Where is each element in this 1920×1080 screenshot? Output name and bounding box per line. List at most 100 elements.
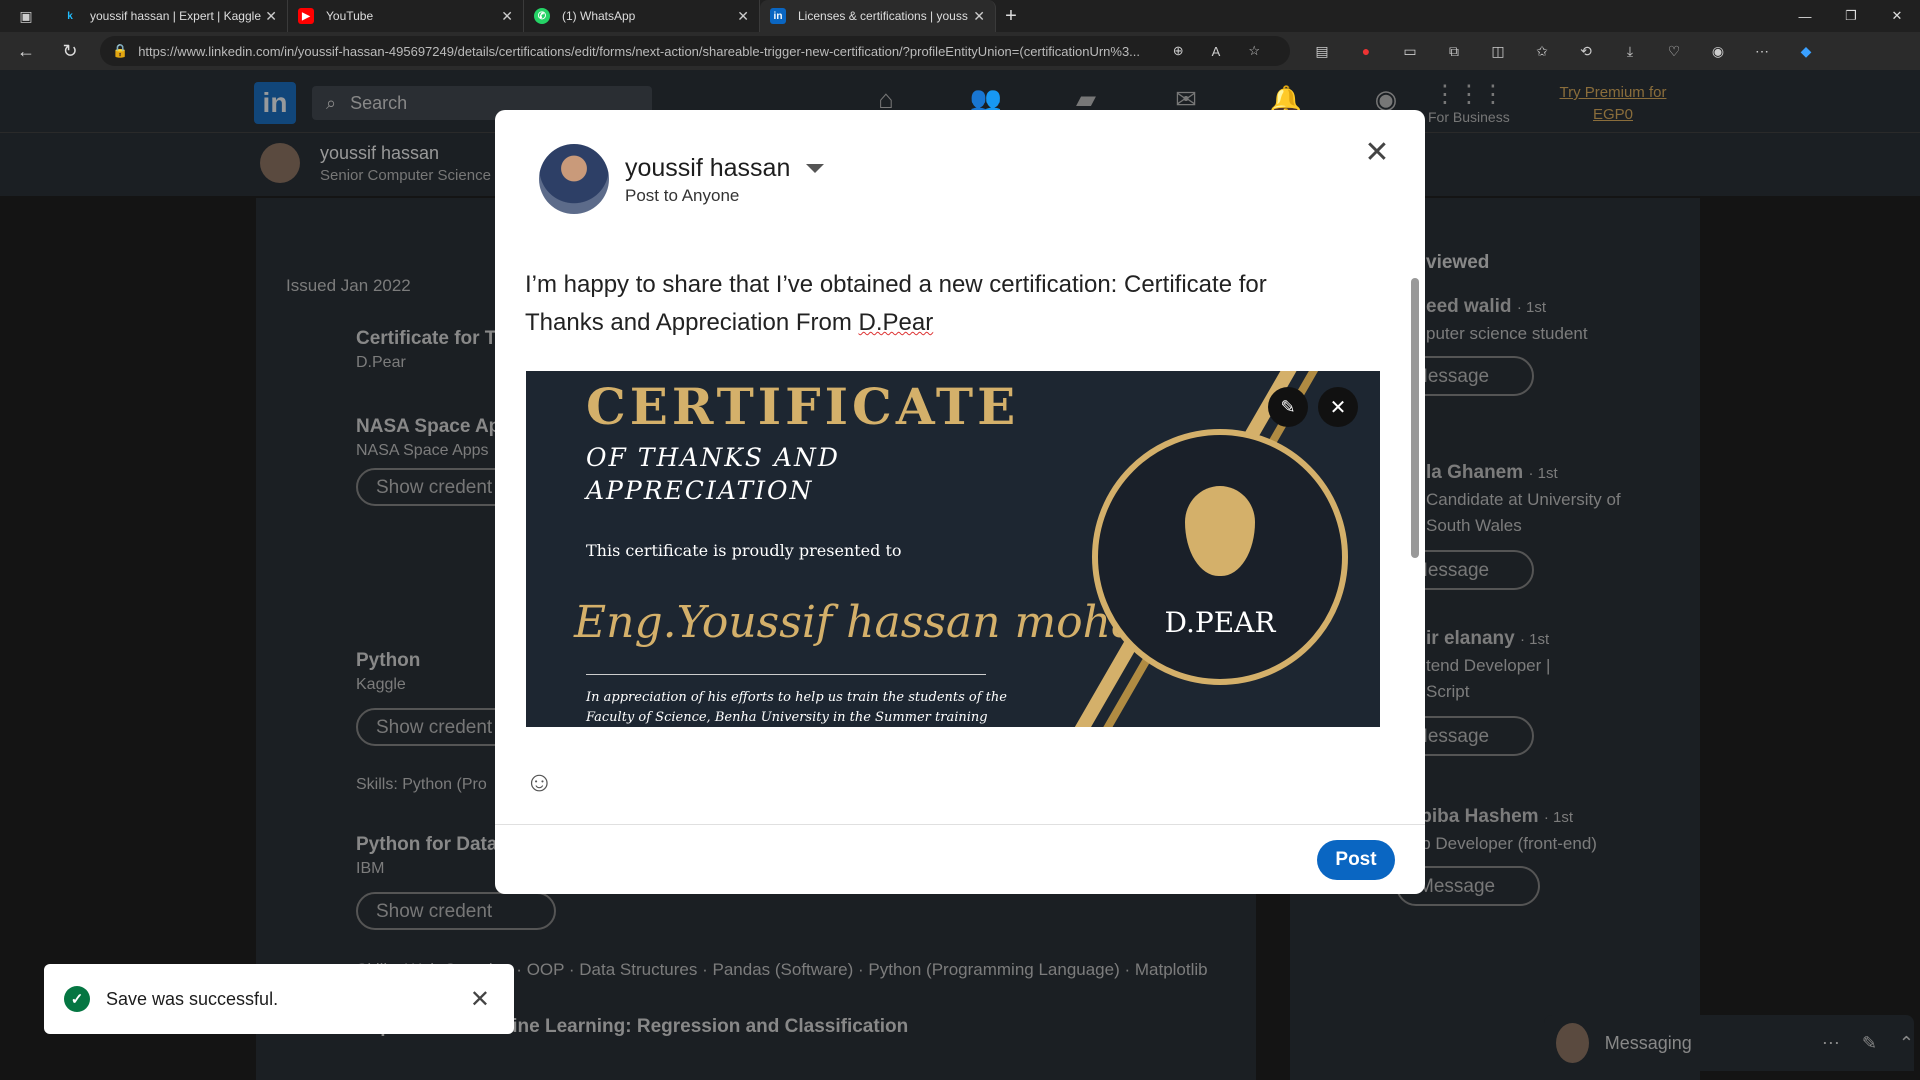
author-selector[interactable]: youssif hassan xyxy=(625,154,825,183)
certificate-title: CERTIFICATE xyxy=(586,377,1020,436)
close-icon[interactable]: ✕ xyxy=(470,985,490,1014)
tab-label: youssif hassan | Expert | Kaggle xyxy=(90,9,261,23)
edit-image-button[interactable]: ✎ xyxy=(1268,387,1308,427)
history-icon[interactable]: ⟲ xyxy=(1564,36,1608,66)
linkedin-icon: in xyxy=(770,8,786,24)
person-headline: South Wales xyxy=(1426,516,1522,535)
compose-icon[interactable]: ✎ xyxy=(1862,1033,1877,1054)
favorites-icon[interactable]: ✩ xyxy=(1520,36,1564,66)
tab-kaggle[interactable]: k youssif hassan | Expert | Kaggle ✕ xyxy=(52,0,288,32)
premium-link[interactable]: Try Premium for EGP0 xyxy=(1548,82,1678,126)
item-org: D.Pear xyxy=(356,354,406,371)
extension-icon[interactable]: ▤ xyxy=(1300,36,1344,66)
for-business-menu[interactable]: ⋮⋮⋮ For Business xyxy=(1428,80,1510,125)
chevron-down-icon xyxy=(806,164,825,173)
author-name: youssif hassan xyxy=(625,154,791,182)
close-tab-icon[interactable]: ✕ xyxy=(973,8,985,25)
close-tab-icon[interactable]: ✕ xyxy=(501,8,513,25)
person-name[interactable]: ir elanany · 1st xyxy=(1426,628,1549,650)
remove-image-button[interactable]: ✕ xyxy=(1318,387,1358,427)
for-business-label: For Business xyxy=(1428,109,1510,125)
show-credential-button[interactable]: Show credent xyxy=(356,892,556,930)
scrollbar[interactable] xyxy=(1411,258,1419,720)
person-degree: · 1st xyxy=(1520,631,1550,648)
avatar xyxy=(1556,1023,1589,1063)
person-degree: · 1st xyxy=(1516,299,1546,316)
person-headline: puter science student xyxy=(1426,324,1588,343)
address-bar[interactable]: 🔒 https://www.linkedin.com/in/youssif-ha… xyxy=(100,36,1290,66)
person-headline: tend Developer | xyxy=(1426,656,1551,675)
new-tab-button[interactable]: + xyxy=(996,0,1026,32)
person-name[interactable]: eed walid · 1st xyxy=(1426,296,1546,318)
copilot-icon[interactable]: ◆ xyxy=(1784,36,1828,66)
close-icon[interactable]: ✕ xyxy=(1357,132,1397,172)
post-text-editor[interactable]: I’m happy to share that I’ve obtained a … xyxy=(525,266,1345,342)
messaging-label: Messaging xyxy=(1604,1032,1692,1053)
divider xyxy=(586,674,986,675)
split-screen-icon[interactable]: ◫ xyxy=(1476,36,1520,66)
list-item[interactable]: NASA Space Ap NASA Space Apps xyxy=(356,416,500,460)
extension-icon[interactable]: ▭ xyxy=(1388,36,1432,66)
tab-linkedin[interactable]: in Licenses & certifications | youssif ✕ xyxy=(760,0,996,32)
restore-icon[interactable]: ❐ xyxy=(1828,0,1874,32)
chevron-up-icon[interactable]: ⌃ xyxy=(1899,1033,1914,1054)
list-item: Issued Jan 2022 xyxy=(286,272,411,296)
post-visibility[interactable]: Post to Anyone xyxy=(625,186,739,206)
search-placeholder: Search xyxy=(350,92,408,113)
performance-icon[interactable]: ♡ xyxy=(1652,36,1696,66)
browser-tab-bar: ▣ k youssif hassan | Expert | Kaggle ✕ ▶… xyxy=(0,0,1920,32)
scrollbar-thumb[interactable] xyxy=(1411,278,1419,558)
toast-message: Save was successful. xyxy=(106,988,279,1009)
tab-label: YouTube xyxy=(326,9,374,23)
profile-icon[interactable]: ◉ xyxy=(1696,36,1740,66)
tab-label: (1) WhatsApp xyxy=(562,9,636,23)
whatsapp-icon: ✆ xyxy=(534,8,550,24)
refresh-icon[interactable]: ↻ xyxy=(52,33,88,69)
close-tab-icon[interactable]: ✕ xyxy=(265,8,277,25)
close-tab-icon[interactable]: ✕ xyxy=(737,8,749,25)
person-headline: Web Developer (front-end) xyxy=(1396,834,1597,853)
tab-whatsapp[interactable]: ✆ (1) WhatsApp ✕ xyxy=(524,0,760,32)
workspaces-icon[interactable]: ▣ xyxy=(0,0,52,32)
list-item[interactable]: Certificate for T D.Pear xyxy=(356,328,496,372)
favorite-star-icon[interactable]: ☆ xyxy=(1248,43,1278,59)
tab-label: Licenses & certifications | youssif xyxy=(798,9,968,23)
profile-headline: Senior Computer Science S xyxy=(320,167,506,184)
item-title: NASA Space Ap xyxy=(356,416,501,437)
back-icon[interactable]: ← xyxy=(8,33,44,69)
messaging-bar[interactable]: Messaging ⋯ ✎ ⌃ xyxy=(1544,1015,1914,1071)
list-item[interactable]: Python for Data IBM xyxy=(356,834,497,878)
extensions-icon[interactable]: ⧉ xyxy=(1432,36,1476,66)
zoom-icon[interactable]: ⊕ xyxy=(1173,43,1202,59)
certificate-presented-text: This certificate is proudly presented to xyxy=(586,541,902,560)
item-skills: Skills: Python (Pro xyxy=(356,776,487,793)
pear-logo-icon xyxy=(1185,485,1255,576)
post-text-mention: D.Pear xyxy=(858,309,934,336)
item-title: Python for Data xyxy=(356,834,498,855)
certificate-image: CERTIFICATE OF THANKS AND APPRECIATION T… xyxy=(526,371,1380,727)
read-aloud-icon[interactable]: A xyxy=(1212,44,1239,59)
person-degree: · 1st xyxy=(1528,465,1558,482)
window-controls: — ❐ ✕ xyxy=(1782,0,1920,32)
dpear-seal: D.PEAR xyxy=(1092,429,1348,685)
person-name[interactable]: la Ghanem · 1st xyxy=(1426,462,1558,484)
kaggle-icon: k xyxy=(67,10,73,22)
person-degree: · 1st xyxy=(1543,809,1574,826)
extension-icon[interactable]: ● xyxy=(1344,36,1388,66)
linkedin-logo[interactable]: in xyxy=(254,82,296,124)
close-window-icon[interactable]: ✕ xyxy=(1874,0,1920,32)
more-menu-icon[interactable]: ⋯ xyxy=(1740,36,1784,66)
list-item[interactable]: Python Kaggle xyxy=(356,650,420,694)
share-post-dialog: youssif hassan Post to Anyone ✕ I’m happ… xyxy=(495,110,1425,894)
brand-name: D.PEAR xyxy=(1164,605,1276,639)
minimize-icon[interactable]: — xyxy=(1782,0,1828,32)
downloads-icon[interactable]: ⤓ xyxy=(1608,36,1652,66)
post-button[interactable]: Post xyxy=(1317,840,1395,880)
person-headline: Script xyxy=(1426,682,1470,701)
person-name-text: ir elanany xyxy=(1426,628,1515,649)
item-org: Kaggle xyxy=(356,676,406,693)
more-icon[interactable]: ⋯ xyxy=(1822,1033,1840,1054)
toolbar-icons: ▤ ● ▭ ⧉ ◫ ✩ ⟲ ⤓ ♡ ◉ ⋯ ◆ xyxy=(1300,36,1828,66)
emoji-icon[interactable]: ☺ xyxy=(525,766,554,798)
tab-youtube[interactable]: ▶ YouTube ✕ xyxy=(288,0,524,32)
